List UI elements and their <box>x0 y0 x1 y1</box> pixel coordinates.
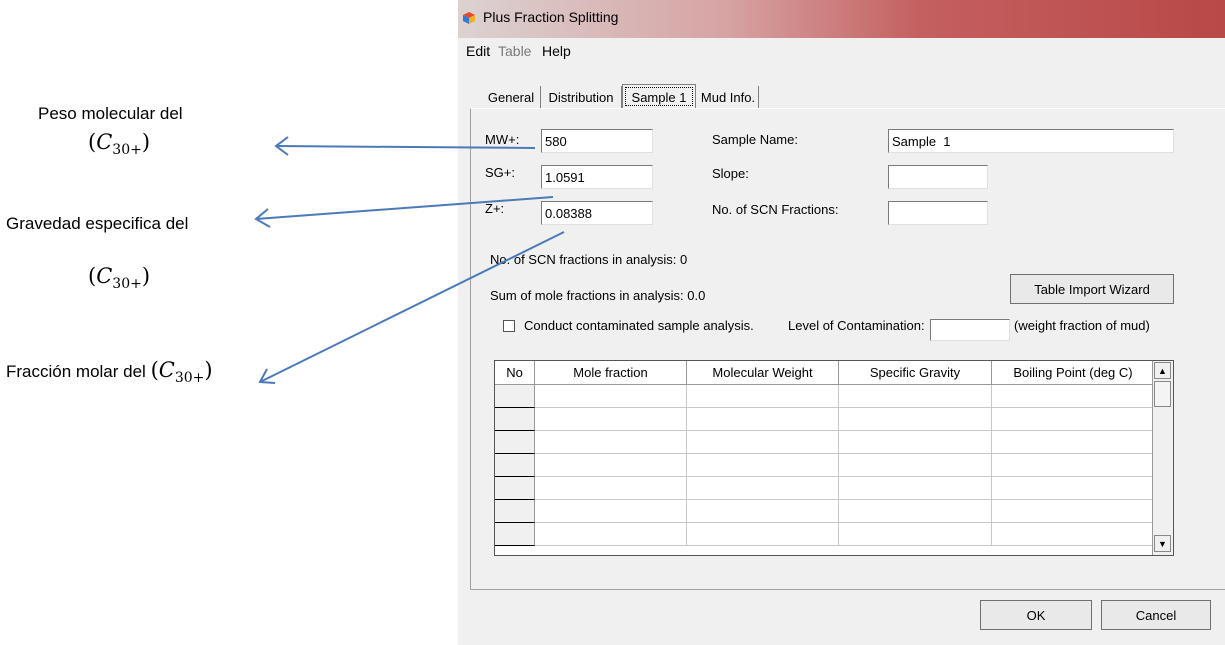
arrow-to-sg <box>255 196 554 220</box>
arrow-to-mw <box>275 145 536 149</box>
annotation-arrows <box>254 136 565 384</box>
arrow-to-z <box>259 231 565 383</box>
